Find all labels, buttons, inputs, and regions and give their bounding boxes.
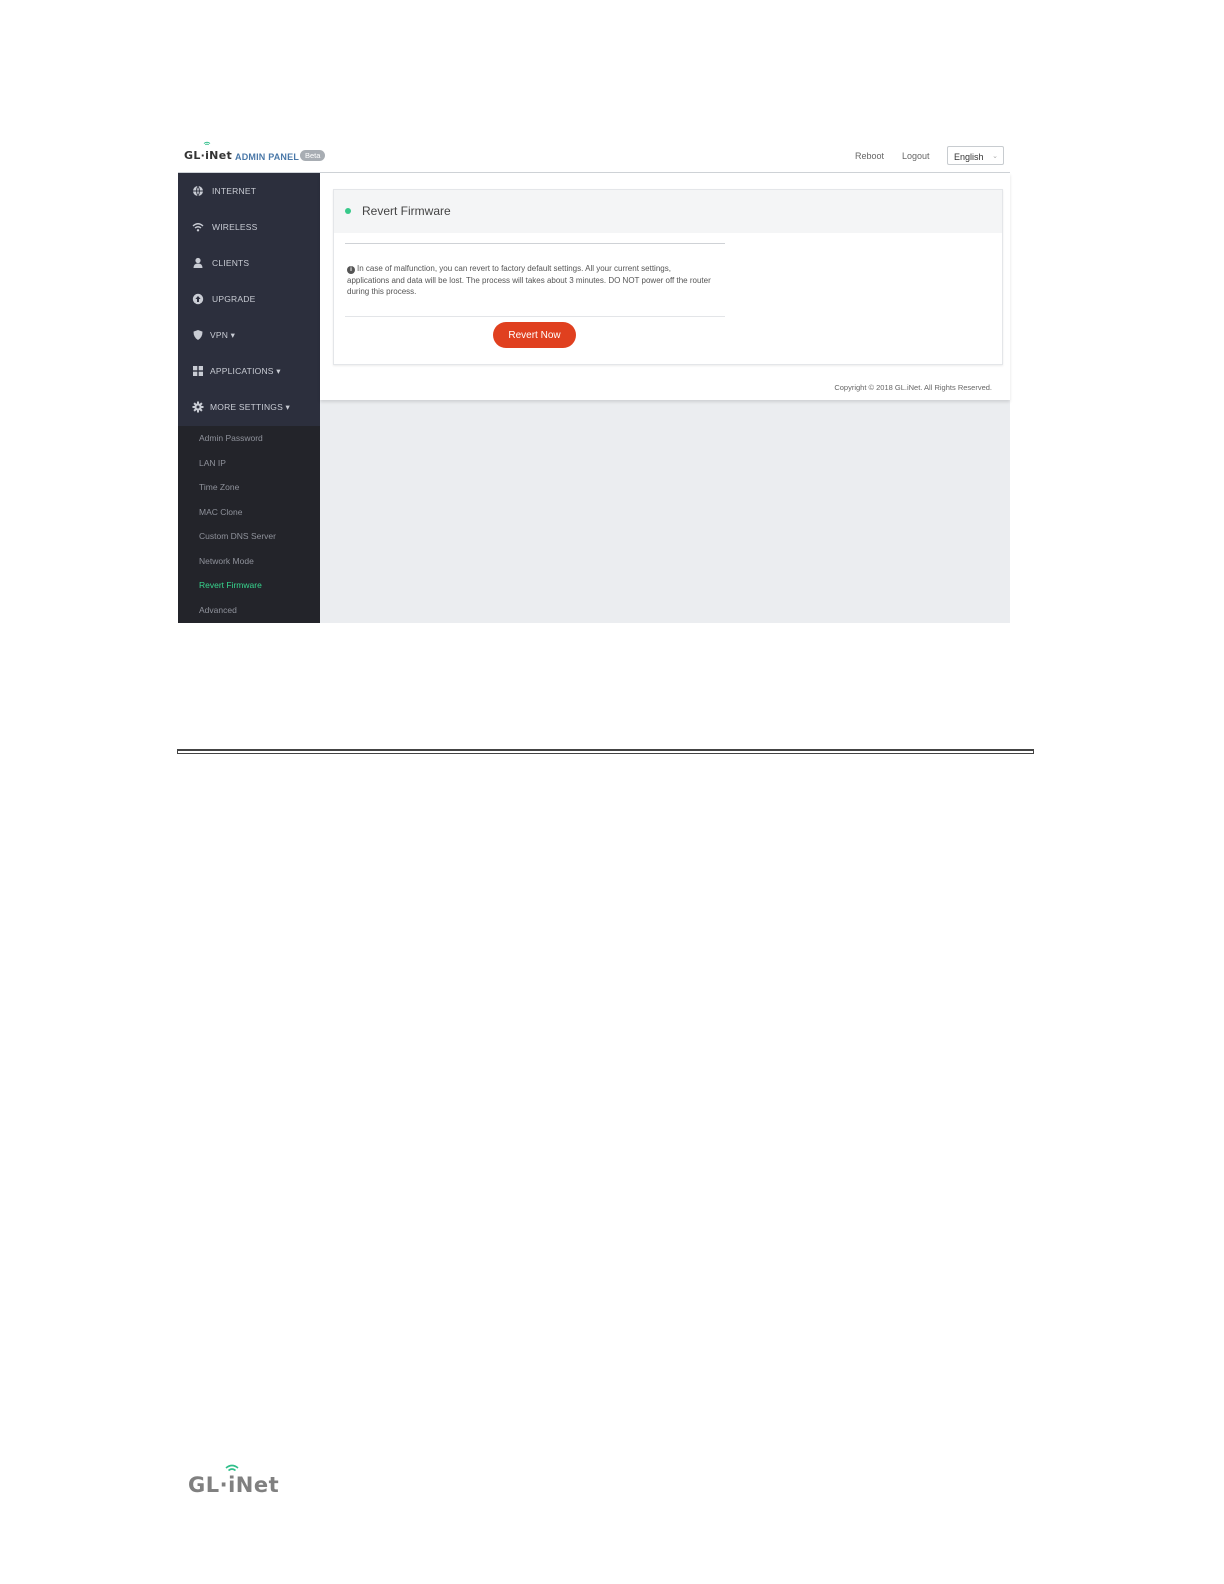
brand-logo[interactable]: GL·iNet [184, 141, 233, 162]
copyright-text: Copyright © 2018 GL.iNet. All Rights Res… [834, 383, 992, 392]
language-value: English [954, 152, 984, 162]
submenu-item-advanced[interactable]: Advanced [199, 605, 237, 615]
submenu-item-network-mode[interactable]: Network Mode [199, 556, 254, 566]
logout-link[interactable]: Logout [902, 151, 930, 161]
submenu-item-lan-ip[interactable]: LAN IP [199, 458, 226, 468]
sidebar-item-more-settings[interactable]: MORE SETTINGS ▾ [178, 389, 320, 425]
reboot-link[interactable]: Reboot [855, 151, 884, 161]
sidebar-item-upgrade[interactable]: UPGRADE [178, 281, 320, 317]
revert-firmware-card: Revert Firmware i In case of malfunction,… [333, 189, 1003, 365]
user-icon [193, 257, 203, 268]
info-icon: i [347, 266, 355, 274]
sidebar-item-label: APPLICATIONS ▾ [210, 366, 281, 376]
sidebar-item-label: UPGRADE [212, 294, 256, 304]
document-rule [177, 749, 1034, 754]
divider [345, 316, 725, 317]
chevron-down-icon: ⌄ [992, 153, 998, 160]
wifi-icon [192, 223, 204, 232]
card-header: Revert Firmware [334, 190, 1002, 233]
sidebar-item-label: INTERNET [212, 186, 257, 196]
sidebar-item-wireless[interactable]: WIRELESS [178, 209, 320, 245]
warning-notice: i In case of malfunction, you can revert … [347, 263, 713, 298]
admin-panel-label: ADMIN PANEL [235, 152, 300, 162]
top-bar: GL·iNet ADMIN PANEL Beta Reboot Logout E… [178, 140, 1010, 173]
sidebar-item-label: CLIENTS [212, 258, 250, 268]
warning-text: In case of malfunction, you can revert t… [347, 264, 711, 296]
wifi-logo-icon [225, 1464, 239, 1472]
shield-icon [193, 330, 203, 340]
screenshot-frame: GL·iNet ADMIN PANEL Beta Reboot Logout E… [178, 140, 1010, 623]
submenu-item-mac-clone[interactable]: MAC Clone [199, 507, 242, 517]
wifi-logo-icon [203, 141, 211, 146]
sidebar-item-internet[interactable]: INTERNET [178, 173, 320, 209]
submenu-item-admin-password[interactable]: Admin Password [199, 433, 263, 443]
sidebar: INTERNET WIRELESS CLIENTS UPGRADE VPN ▾ … [178, 173, 320, 623]
submenu-item-revert-firmware[interactable]: Revert Firmware [199, 580, 262, 590]
submenu-item-custom-dns-server[interactable]: Custom DNS Server [199, 531, 276, 541]
footer-logo: GL·iNet [188, 1464, 280, 1497]
divider [345, 243, 725, 244]
footer-logo-text: GL·iNet [188, 1473, 280, 1497]
sidebar-item-clients[interactable]: CLIENTS [178, 245, 320, 281]
card-title: Revert Firmware [362, 204, 451, 218]
sidebar-item-label: WIRELESS [212, 222, 258, 232]
language-select[interactable]: English ⌄ [947, 146, 1004, 165]
grid-icon [193, 366, 203, 376]
revert-now-button[interactable]: Revert Now [493, 322, 576, 348]
gear-icon [192, 401, 204, 413]
status-dot-icon [345, 208, 351, 214]
more-settings-submenu: Admin Password LAN IP Time Zone MAC Clon… [178, 426, 320, 623]
upload-icon [192, 293, 204, 305]
main-content: Revert Firmware i In case of malfunction,… [320, 173, 1010, 400]
sidebar-item-label: VPN ▾ [210, 330, 236, 340]
submenu-item-time-zone[interactable]: Time Zone [199, 482, 239, 492]
brand-name: GL·iNet [184, 149, 233, 162]
sidebar-item-label: MORE SETTINGS ▾ [210, 402, 290, 412]
beta-badge: Beta [300, 150, 326, 161]
sidebar-item-vpn[interactable]: VPN ▾ [178, 317, 320, 353]
sidebar-item-applications[interactable]: APPLICATIONS ▾ [178, 353, 320, 389]
globe-icon [193, 185, 203, 197]
